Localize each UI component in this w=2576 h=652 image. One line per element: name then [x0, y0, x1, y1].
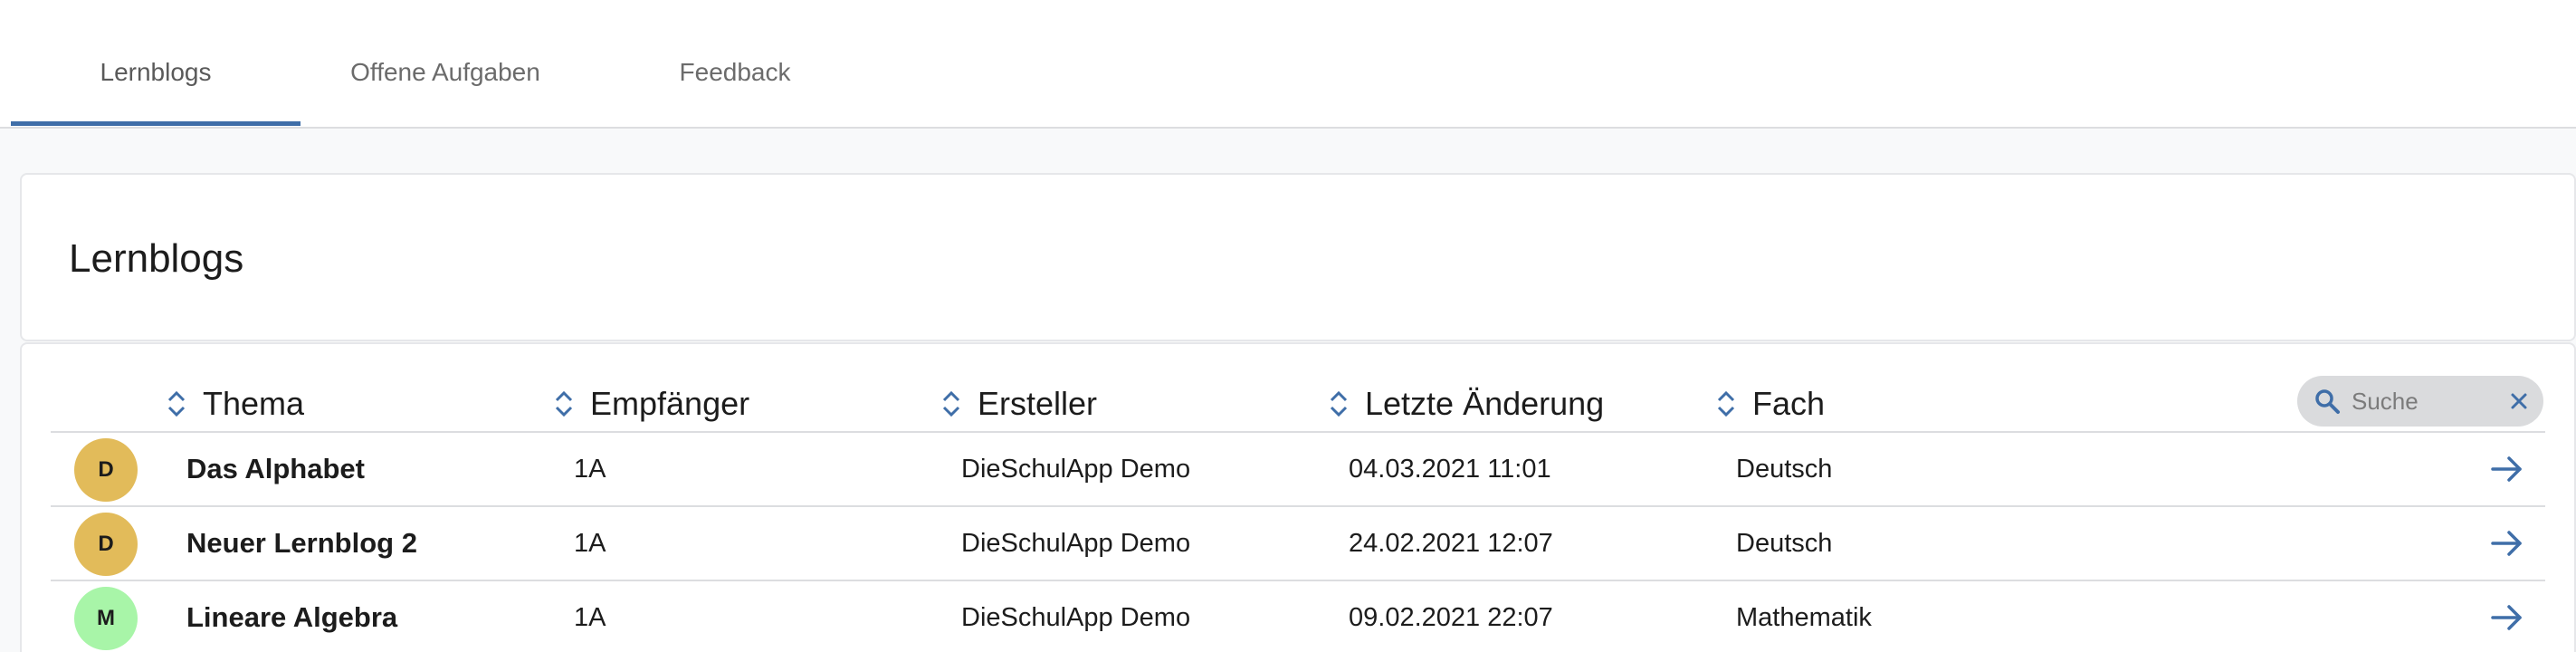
cell-ersteller: DieSchulApp Demo — [961, 602, 1191, 632]
column-header-thema[interactable]: Thema — [167, 379, 304, 429]
column-label: Ersteller — [978, 385, 1098, 422]
tab-bar: Lernblogs Offene Aufgaben Feedback — [0, 0, 2576, 129]
arrow-right-icon[interactable] — [2489, 525, 2525, 561]
sort-icon — [1716, 389, 1736, 418]
cell-fach: Deutsch — [1736, 454, 1833, 484]
arrow-right-icon[interactable] — [2489, 599, 2525, 636]
column-label: Letzte Änderung — [1365, 385, 1605, 422]
search-input[interactable] — [2352, 385, 2487, 417]
sort-icon — [941, 389, 961, 418]
table-row[interactable]: D Das Alphabet 1A DieSchulApp Demo 04.03… — [51, 433, 2545, 507]
column-header-empfaenger[interactable]: Empfänger — [554, 379, 749, 429]
table-row[interactable]: D Neuer Lernblog 2 1A DieSchulApp Demo 2… — [51, 507, 2545, 581]
sort-icon — [167, 389, 186, 418]
sort-icon — [554, 389, 574, 418]
column-header-letzte-aenderung[interactable]: Letzte Änderung — [1329, 379, 1604, 429]
cell-thema: Neuer Lernblog 2 — [186, 527, 417, 559]
cell-ersteller: DieSchulApp Demo — [961, 528, 1191, 558]
column-label: Empfänger — [590, 385, 750, 422]
cell-fach: Deutsch — [1736, 528, 1833, 558]
cell-thema: Das Alphabet — [186, 453, 365, 484]
page-title: Lernblogs — [69, 236, 244, 281]
cell-ersteller: DieSchulApp Demo — [961, 454, 1191, 484]
table-header: Thema Empfänger Ersteller Letzte Änderun… — [51, 379, 2545, 433]
sort-icon — [1329, 389, 1349, 418]
column-header-ersteller[interactable]: Ersteller — [941, 379, 1097, 429]
column-header-fach[interactable]: Fach — [1716, 379, 1825, 429]
cell-letzte-aenderung: 04.03.2021 11:01 — [1349, 454, 1551, 484]
cell-letzte-aenderung: 24.02.2021 12:07 — [1349, 528, 1553, 558]
active-tab-indicator — [11, 121, 301, 126]
column-label: Fach — [1752, 385, 1826, 422]
arrow-right-icon[interactable] — [2489, 451, 2525, 487]
tab-lernblogs[interactable]: Lernblogs — [11, 58, 301, 129]
cell-fach: Mathematik — [1736, 602, 1872, 632]
cell-letzte-aenderung: 09.02.2021 22:07 — [1349, 602, 1553, 632]
tab-offene-aufgaben[interactable]: Offene Aufgaben — [301, 58, 590, 129]
avatar: D — [74, 513, 138, 576]
cell-empfaenger: 1A — [574, 602, 606, 632]
tab-label: Offene Aufgaben — [350, 58, 540, 86]
tab-feedback[interactable]: Feedback — [590, 58, 880, 129]
search-icon — [2315, 389, 2340, 414]
table-row[interactable]: M Lineare Algebra 1A DieSchulApp Demo 09… — [51, 581, 2545, 652]
close-icon[interactable] — [2507, 389, 2531, 413]
avatar: M — [74, 587, 138, 650]
cell-empfaenger: 1A — [574, 528, 606, 558]
cell-empfaenger: 1A — [574, 454, 606, 484]
tab-label: Lernblogs — [100, 58, 212, 86]
title-card: Lernblogs — [20, 173, 2576, 341]
tab-label: Feedback — [679, 58, 791, 86]
cell-thema: Lineare Algebra — [186, 601, 398, 633]
column-label: Thema — [203, 385, 305, 422]
avatar: D — [74, 438, 138, 502]
